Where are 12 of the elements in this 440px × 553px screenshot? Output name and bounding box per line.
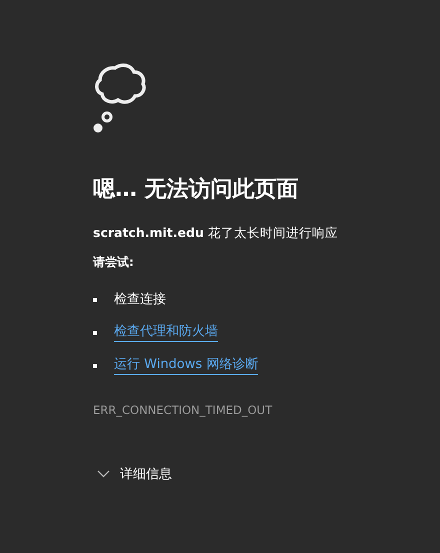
- error-message: scratch.mit.edu 花了太长时间进行响应: [93, 224, 339, 242]
- suggestion-link[interactable]: 检查代理和防火墙: [114, 323, 218, 342]
- bullet-icon: [93, 330, 97, 334]
- error-code: ERR_CONNECTION_TIMED_OUT: [93, 403, 274, 417]
- thought-cloud-icon: [93, 62, 147, 134]
- suggestion-text: 检查连接: [114, 290, 166, 308]
- bullet-icon: [93, 298, 97, 302]
- bullet-icon: [93, 364, 97, 368]
- details-toggle[interactable]: 详细信息: [97, 465, 172, 483]
- suggestion-link[interactable]: 运行 Windows 网络诊断: [114, 356, 258, 375]
- page-title: 嗯… 无法访问此页面: [93, 176, 300, 204]
- try-label: 请尝试:: [93, 254, 135, 270]
